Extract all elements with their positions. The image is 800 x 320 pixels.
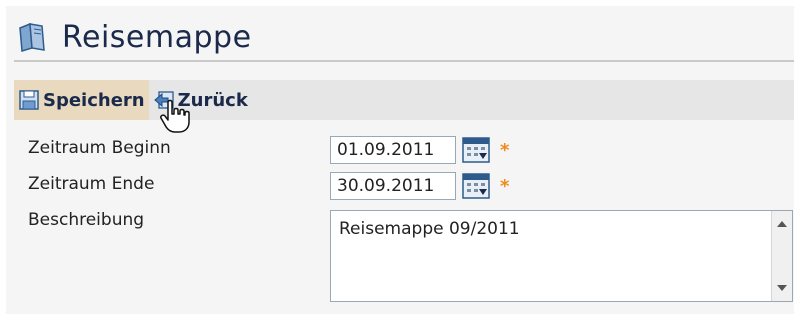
description-text: Reisemappe 09/2011	[339, 219, 520, 239]
back-button-label: Zurück	[177, 89, 248, 111]
end-date-label: Zeitraum Ende	[28, 174, 155, 194]
description-textarea[interactable]: Reisemappe 09/2011	[330, 210, 793, 302]
calendar-icon[interactable]	[462, 137, 490, 163]
toolbar: Speichern Zurück	[14, 80, 794, 120]
page-title: Reisemappe	[62, 19, 252, 55]
back-arrow-icon	[153, 91, 174, 109]
travel-folder-icon	[19, 22, 45, 52]
end-date-input[interactable]: 30.09.2011	[330, 172, 456, 200]
required-marker: *	[500, 175, 510, 197]
scroll-down-icon[interactable]	[777, 285, 787, 291]
calendar-icon[interactable]	[462, 173, 490, 199]
start-date-input[interactable]: 01.09.2011	[330, 136, 456, 164]
start-date-row: 01.09.2011 *	[330, 136, 509, 164]
back-button[interactable]: Zurück	[149, 80, 252, 120]
description-label: Beschreibung	[28, 210, 145, 230]
textarea-scrollbar[interactable]	[771, 211, 792, 301]
travel-form: Zeitraum Beginn 01.09.2011 * Zeitraum En…	[14, 122, 794, 312]
scroll-up-icon[interactable]	[777, 221, 787, 227]
save-button[interactable]: Speichern	[14, 80, 149, 120]
end-date-row: 30.09.2011 *	[330, 172, 509, 200]
save-icon	[19, 90, 39, 110]
save-button-label: Speichern	[43, 89, 145, 111]
start-date-label: Zeitraum Beginn	[28, 138, 171, 158]
page-header: Reisemappe	[14, 14, 794, 62]
required-marker: *	[500, 139, 510, 161]
